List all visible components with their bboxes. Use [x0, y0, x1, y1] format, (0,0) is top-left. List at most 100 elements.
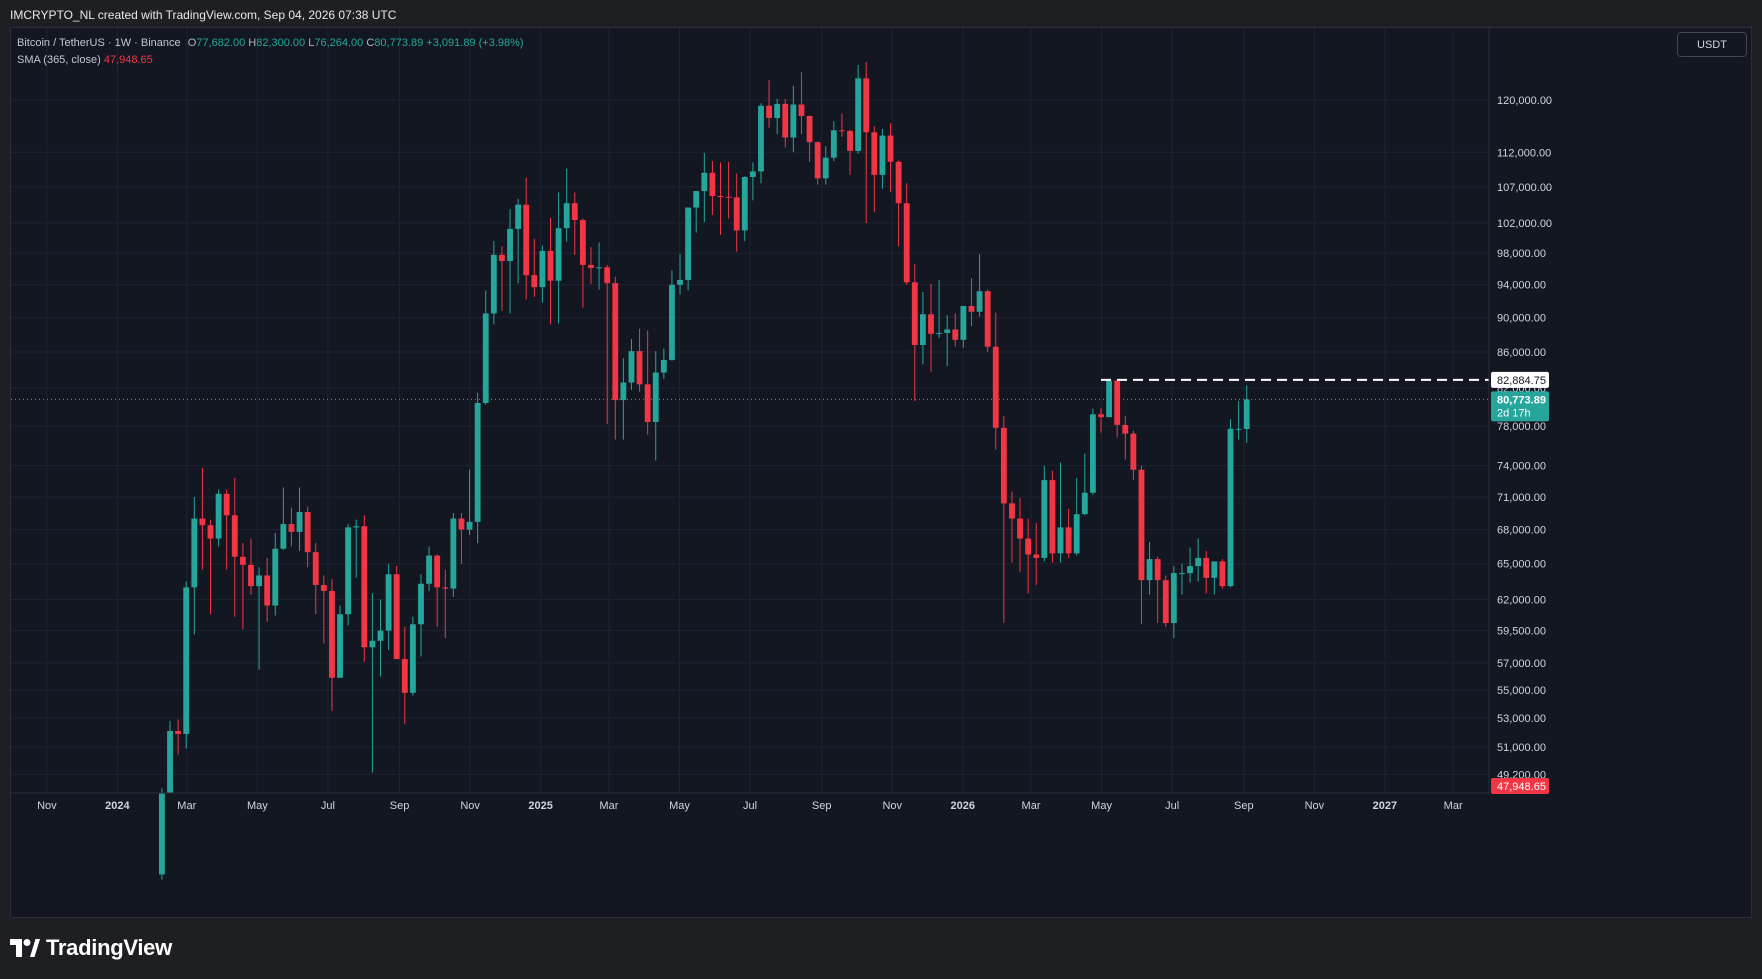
candle-body	[596, 267, 602, 269]
candle-body	[248, 564, 254, 587]
candle-body	[1025, 538, 1032, 555]
candle-body	[264, 575, 271, 606]
y-tick-label: 112,000.00	[1497, 147, 1551, 159]
candle-body	[1211, 561, 1218, 578]
candle-body	[474, 402, 481, 522]
candle-body	[814, 142, 821, 179]
candle-body	[1017, 518, 1023, 539]
sma-label[interactable]: SMA (365, close)	[17, 54, 101, 66]
candle-body	[167, 731, 173, 793]
chart-frame[interactable]: 49,200.00 51,000.00 53,000.00 55,000.00 57,0…	[10, 27, 1752, 918]
candle-body	[644, 384, 651, 422]
candle-body	[1243, 399, 1250, 429]
candle-body	[256, 575, 262, 587]
x-tick-label: Jul	[743, 800, 757, 812]
candle-body	[1195, 557, 1202, 567]
sma-value: 47,948.65	[103, 54, 153, 66]
y-tick-label: 51,000.00	[1497, 742, 1546, 754]
candle-body	[507, 228, 513, 261]
candle-body	[426, 555, 432, 584]
y-tick-label: 59,500.00	[1497, 626, 1546, 638]
candle-body	[345, 527, 352, 615]
candle-body	[320, 584, 327, 591]
change-value: +3,091.89 (+3.98%)	[426, 37, 524, 49]
candle-body	[1098, 414, 1104, 418]
candle-body	[329, 590, 335, 678]
candle-body	[628, 351, 635, 383]
y-tick-label: 78,000.00	[1497, 421, 1546, 433]
x-tick-label: Mar	[599, 800, 618, 812]
candle-body	[733, 197, 740, 231]
candle-body	[620, 382, 627, 401]
candle-body	[1170, 573, 1177, 623]
current-price-label: 80,773.89	[1497, 394, 1546, 406]
candle-body	[1227, 428, 1234, 587]
countdown-label: 2d 17h	[1497, 407, 1531, 419]
candle-body	[1033, 554, 1040, 558]
candle-body	[952, 329, 959, 340]
x-tick-label: 2024	[105, 800, 130, 812]
candle-body	[434, 555, 441, 588]
attribution-bar: IMCRYPTO_NL created with TradingView.com…	[0, 0, 1762, 27]
candle-body	[701, 172, 708, 192]
x-tick-label: Sep	[1234, 800, 1254, 812]
open-value: 77,682.00	[196, 37, 246, 49]
candle-body	[531, 275, 538, 288]
candle-body	[677, 279, 683, 285]
y-tick-label: 98,000.00	[1497, 248, 1546, 260]
y-tick-label: 71,000.00	[1497, 492, 1546, 504]
candle-body	[1138, 469, 1145, 581]
candle-body	[458, 518, 465, 530]
candle-body	[304, 512, 311, 553]
candle-body	[1049, 480, 1056, 554]
candle-body	[199, 518, 206, 526]
x-tick-label: Sep	[812, 800, 832, 812]
symbol-label[interactable]: Bitcoin / TetherUS · 1W · Binance	[17, 37, 181, 49]
open-label: O	[187, 37, 197, 49]
candle-body	[442, 587, 449, 589]
y-tick-label: 65,000.00	[1497, 559, 1546, 571]
y-tick-label: 53,000.00	[1497, 713, 1546, 725]
currency-button[interactable]: USDT	[1677, 32, 1747, 57]
x-tick-label: Sep	[390, 800, 410, 812]
candle-body	[385, 574, 392, 631]
candle-body	[377, 630, 384, 641]
candle-body	[1041, 480, 1048, 558]
candle-body	[1162, 580, 1169, 623]
candle-body	[822, 157, 829, 179]
candlestick-chart[interactable]: 49,200.0051,000.0053,000.0055,000.0057,0…	[11, 28, 1751, 917]
candle-body	[353, 526, 360, 528]
candle-body	[790, 104, 797, 138]
candle-body	[806, 115, 813, 143]
y-tick-label: 120,000.00	[1497, 95, 1552, 107]
x-tick-label: May	[669, 800, 690, 812]
candle-body	[207, 525, 214, 539]
candle-body	[660, 359, 667, 373]
candle-body	[774, 103, 781, 118]
candle-body	[911, 282, 918, 346]
candle-body	[482, 313, 489, 403]
candle-body	[1179, 573, 1185, 575]
candle-body	[1235, 428, 1242, 430]
candle-body	[312, 552, 319, 585]
candle-body	[418, 583, 424, 625]
candle-body	[984, 291, 991, 347]
candle-body	[555, 228, 562, 281]
candle-body	[239, 556, 246, 565]
candle-body	[758, 105, 764, 172]
candle-body	[928, 314, 934, 334]
x-tick-label: May	[1091, 800, 1112, 812]
candle-body	[280, 524, 287, 549]
candle-body	[1130, 433, 1137, 470]
x-tick-label: Mar	[177, 800, 196, 812]
candle-body	[183, 587, 190, 734]
y-tick-label: 102,000.00	[1497, 218, 1552, 230]
candle-body	[968, 305, 975, 312]
candle-body	[936, 332, 943, 334]
candle-body	[749, 171, 756, 177]
candle-body	[159, 793, 165, 875]
attribution-text: IMCRYPTO_NL created with TradingView.com…	[10, 8, 397, 22]
candle-body	[830, 130, 837, 158]
candle-body	[839, 130, 845, 132]
candle-body	[288, 524, 295, 532]
